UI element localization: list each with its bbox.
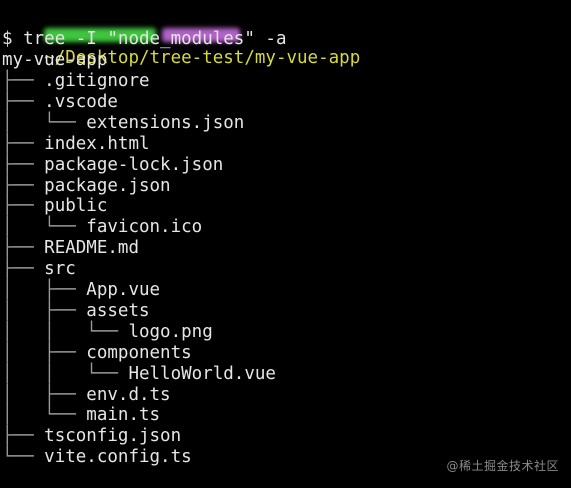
tree-branch: ├── [2, 196, 45, 217]
watermark: @稀土掘金技术社区 [446, 459, 559, 473]
tree-line: ├── tsconfig.json [2, 426, 181, 447]
tree-entry-name: package.json [44, 175, 171, 196]
tree-line: ├── .gitignore [2, 71, 150, 92]
tree-branch: │ └── [2, 112, 87, 133]
tree-branch: ├── [2, 133, 45, 154]
tree-line: │ └── main.ts [2, 405, 160, 426]
tree-line: ├── package-lock.json [2, 155, 223, 176]
tree-line: │ ├── App.vue [2, 280, 160, 301]
tree-line: ├── README.md [2, 238, 139, 259]
tree-branch: ├── [2, 426, 45, 447]
tree-line: │ ├── components [2, 343, 192, 364]
command-text: tree -I "node_modules" -a [23, 29, 287, 49]
tree-entry-name: extensions.json [86, 112, 245, 133]
tree-line: │ └── favicon.ico [2, 217, 202, 238]
tree-entry-name: vite.config.ts [44, 447, 192, 468]
tree-entry-name: assets [86, 300, 150, 321]
tree-branch: │ ├── [2, 300, 87, 321]
tree-line: │ │ └── HelloWorld.vue [2, 364, 276, 385]
tree-branch: ├── [2, 91, 45, 112]
tree-line: │ │ └── logo.png [2, 322, 213, 343]
tree-branch: │ └── [2, 405, 87, 426]
tree-line: │ ├── env.d.ts [2, 385, 171, 406]
tree-entry-name: logo.png [128, 321, 213, 342]
tree-entry-name: main.ts [86, 405, 161, 426]
tree-entry-name: public [44, 196, 108, 217]
tree-entry-name: README.md [44, 238, 139, 259]
tree-branch: ├── [2, 71, 45, 91]
tree-line: ├── src [2, 259, 76, 280]
prompt-symbol: $ [2, 29, 13, 49]
tree-branch: │ └── [2, 217, 87, 238]
tree-entry-name: App.vue [86, 280, 161, 300]
tree-branch: ├── [2, 154, 45, 175]
tree-branch: │ ├── [2, 342, 87, 363]
tree-branch: ├── [2, 238, 45, 259]
tree-entry-name: favicon.ico [86, 217, 203, 238]
tree-entry-name: HelloWorld.vue [128, 363, 276, 384]
tree-branch: └── [2, 447, 45, 468]
tree-branch: │ ├── [2, 384, 87, 405]
tree-entry-name: package-lock.json [44, 154, 224, 175]
tree-line: ├── public [2, 196, 107, 217]
tree-line: └── vite.config.ts [2, 447, 192, 468]
terminal-window[interactable]: ~/Desktop/tree-test/my-vue-app $ tree -I… [0, 0, 571, 488]
tree-entry-name: index.html [44, 133, 150, 154]
tree-entry-name: .gitignore [44, 71, 150, 91]
tree-branch: │ │ └── [2, 363, 129, 384]
tree-line: │ ├── assets [2, 301, 150, 322]
tree-line: ├── package.json [2, 176, 171, 197]
tree-entry-name: env.d.ts [86, 384, 171, 405]
tree-entry-name: components [86, 342, 192, 363]
tree-line: ├── .vscode [2, 92, 118, 113]
tree-entry-name: .vscode [44, 91, 118, 112]
tree-branch: │ ├── [2, 280, 87, 300]
command-line: $ tree -I "node_modules" -a [2, 29, 287, 50]
tree-branch: ├── [2, 259, 45, 280]
tree-entry-name: src [44, 259, 76, 280]
tree-branch: │ │ └── [2, 321, 129, 342]
prompt-line: ~/Desktop/tree-test/my-vue-app [2, 6, 360, 68]
tree-entry-name: tsconfig.json [44, 426, 182, 447]
tree-branch: ├── [2, 175, 45, 196]
tree-root: my-vue-app [2, 50, 108, 70]
tree-line: │ └── extensions.json [2, 113, 244, 134]
tree-line: ├── index.html [2, 134, 150, 155]
